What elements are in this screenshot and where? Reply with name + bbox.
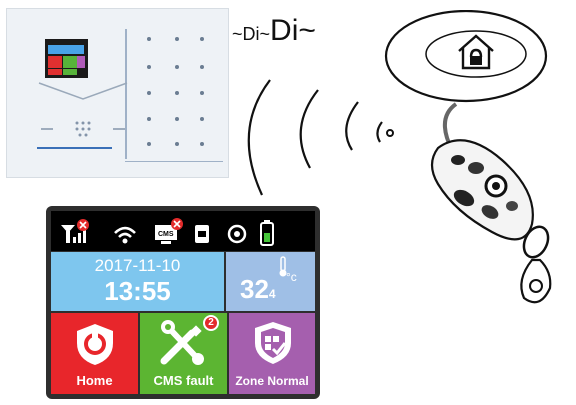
tile-label-cms-fault: CMS fault [153,373,214,388]
temperature-unit: °c [286,270,297,284]
cms-fault-badge: 2 [203,315,219,331]
panel-mini-screen [45,39,88,78]
key-fob-icon [430,139,552,304]
temperature-readout: 324 [240,274,276,305]
time-text: 13:55 [104,276,171,306]
alarm-panel-image [6,8,229,178]
svg-text:CMS: CMS [158,231,174,238]
signal-off-icon [61,219,89,243]
sim-icon [195,225,209,243]
wifi-icon [114,226,136,238]
zone-shield-icon [255,322,291,364]
temperature-value: 32 [240,274,269,304]
clock-icon [227,224,247,244]
zone-normal-tile[interactable]: Zone Normal [229,313,315,394]
radio-waves-icon [247,79,383,196]
tile-label-home: Home [76,373,113,388]
temperature-subscript: 4 [268,287,276,301]
alarm-screen: CMS 2017-11-10 13:55 °c 324 Home 2 CMS f… [46,206,320,399]
panel-speaker-icon [38,82,128,137]
home-shield-icon [77,324,113,365]
date-text: 2017-11-10 [94,256,181,275]
tile-label-zone-normal: Zone Normal [235,374,309,388]
temperature-tile: °c 324 [226,252,315,311]
status-bar: CMS [51,211,315,251]
cms-off-icon: CMS [155,218,183,244]
battery-icon [260,220,274,246]
datetime-tile: 2017-11-10 13:55 [51,252,224,311]
home-tile[interactable]: Home [51,313,138,394]
cms-fault-tile[interactable]: 2 CMS fault [140,313,227,394]
